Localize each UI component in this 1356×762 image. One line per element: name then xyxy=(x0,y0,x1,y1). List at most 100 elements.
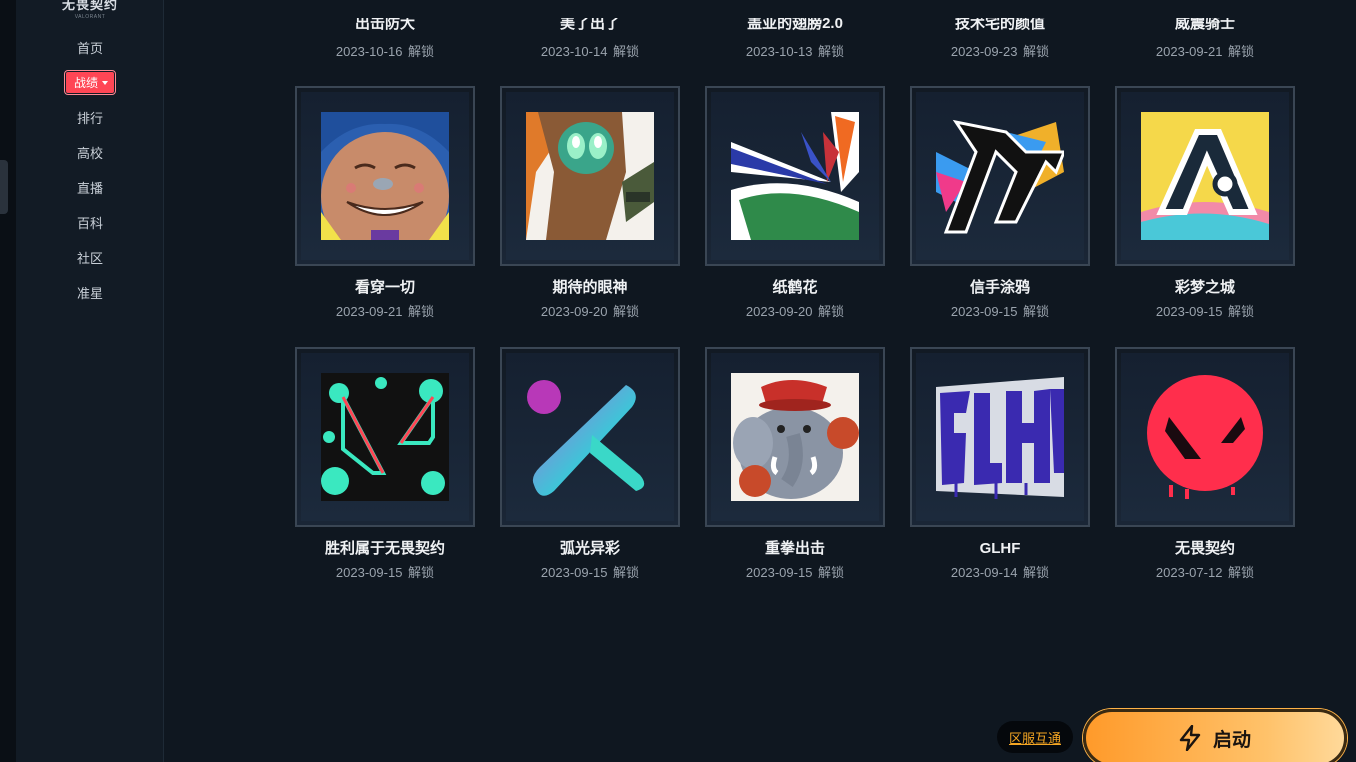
spray-date: 2023-10-16 解锁 xyxy=(295,41,475,60)
unlock-status: 解锁 xyxy=(818,44,845,59)
sidebar-item-label: 排行 xyxy=(76,111,103,126)
spray-tile[interactable] xyxy=(500,86,680,266)
spray-tile[interactable] xyxy=(705,347,885,527)
unlock-status: 解锁 xyxy=(1228,565,1255,580)
sidebar-item-label: 高校 xyxy=(76,146,103,161)
spray-title: 弧光异彩 xyxy=(559,540,620,557)
unlock-status: 解锁 xyxy=(613,304,640,319)
game-logo[interactable]: 无畏契约 VALORANT xyxy=(16,0,164,20)
sidebar-item-wiki[interactable]: 百科 xyxy=(16,205,164,240)
spray-card[interactable]: 纸鹤花 2023-09-20 解锁 xyxy=(705,86,885,320)
gradient-k-icon xyxy=(527,380,645,496)
spray-card[interactable]: 信手涂鸦 2023-09-15 解锁 xyxy=(910,86,1090,320)
spray-tile[interactable] xyxy=(1115,347,1295,527)
sidebar-item-label: 直播 xyxy=(76,181,103,196)
spray-title: 无畏契约 xyxy=(1174,540,1235,557)
date-value: 2023-09-20 xyxy=(745,304,813,319)
spray-tile[interactable] xyxy=(295,347,475,527)
unlock-status: 解锁 xyxy=(1023,44,1050,59)
spray-date: 2023-09-15 解锁 xyxy=(500,562,680,581)
unlock-status: 解锁 xyxy=(408,44,435,59)
color-dream-city-icon xyxy=(1141,112,1269,240)
date-value: 2023-09-15 xyxy=(540,565,608,580)
boxing-elephant-icon xyxy=(731,373,859,501)
region-interop-button[interactable]: 区服互通 xyxy=(997,721,1073,753)
spray-card[interactable]: 威震骑士 2023-09-21 解锁 xyxy=(1115,18,1295,60)
sidebar-item-label: 首页 xyxy=(76,41,103,56)
unlock-status: 解锁 xyxy=(613,44,640,59)
region-interop-label: 区服互通 xyxy=(1008,730,1061,746)
sidebar-item-college[interactable]: 高校 xyxy=(16,135,164,170)
date-value: 2023-09-23 xyxy=(950,44,1018,59)
spray-tile[interactable] xyxy=(910,347,1090,527)
date-value: 2023-09-15 xyxy=(745,565,813,580)
sidebar-item-ranking[interactable]: 排行 xyxy=(16,100,164,135)
spray-card[interactable]: 胜利属于无畏契约 2023-09-15 解锁 xyxy=(295,347,475,581)
spray-title: 重拳出击 xyxy=(764,540,825,557)
logo-subtext: VALORANT xyxy=(74,14,106,20)
unlock-status: 解锁 xyxy=(408,565,435,580)
spray-card[interactable]: 出击防大 2023-10-16 解锁 xyxy=(295,18,475,60)
sidebar-item-home[interactable]: 首页 xyxy=(16,30,164,65)
sidebar-item-community[interactable]: 社区 xyxy=(16,240,164,275)
spray-card[interactable]: 无畏契约 2023-07-12 解锁 xyxy=(1115,347,1295,581)
spray-card[interactable]: 盖亚的翅膀2.0 2023-10-13 解锁 xyxy=(705,18,885,60)
unlock-status: 解锁 xyxy=(1228,304,1255,319)
spray-title: 出击防大 xyxy=(354,18,415,32)
spray-tile[interactable] xyxy=(295,86,475,266)
spray-card[interactable]: 美了出了 2023-10-14 解锁 xyxy=(500,18,680,60)
spray-date: 2023-09-15 解锁 xyxy=(705,562,885,581)
date-value: 2023-10-16 xyxy=(335,44,403,59)
spray-title: 信手涂鸦 xyxy=(969,279,1030,296)
graffiti-scribble-icon xyxy=(936,119,1064,234)
date-value: 2023-10-14 xyxy=(540,44,608,59)
sidebar-item-crosshair[interactable]: 准星 xyxy=(16,275,164,310)
spray-tile[interactable] xyxy=(910,86,1090,266)
spray-card[interactable]: 技术宅的颜值 2023-09-23 解锁 xyxy=(910,18,1090,60)
spray-card[interactable]: 弧光异彩 2023-09-15 解锁 xyxy=(500,347,680,581)
date-value: 2023-10-13 xyxy=(745,44,813,59)
launch-label: 启动 xyxy=(1212,729,1251,751)
spray-title: 彩梦之城 xyxy=(1174,279,1235,296)
spray-date: 2023-09-23 解锁 xyxy=(910,41,1090,60)
unlock-status: 解锁 xyxy=(613,565,640,580)
spray-title: 技术宅的颜值 xyxy=(954,18,1045,32)
date-value: 2023-09-14 xyxy=(950,565,1018,580)
unlock-status: 解锁 xyxy=(1023,304,1050,319)
date-value: 2023-09-15 xyxy=(335,565,403,580)
launch-button[interactable]: 启动 xyxy=(1083,709,1347,762)
outer-left-strip xyxy=(0,0,16,762)
unlock-status: 解锁 xyxy=(408,304,435,319)
outer-scroll-handle[interactable] xyxy=(0,160,8,214)
spray-tile[interactable] xyxy=(1115,86,1295,266)
spray-card[interactable]: 重拳出击 2023-09-15 解锁 xyxy=(705,347,885,581)
lightning-bolt-icon xyxy=(1179,725,1201,751)
spray-card[interactable]: 看穿一切 2023-09-21 解锁 xyxy=(295,86,475,320)
spray-date: 2023-09-15 解锁 xyxy=(1115,301,1295,320)
alien-eyes-icon xyxy=(526,112,654,240)
spray-card[interactable]: 彩梦之城 2023-09-15 解锁 xyxy=(1115,86,1295,320)
unlock-status: 解锁 xyxy=(1228,44,1255,59)
active-pill: 战绩 xyxy=(63,70,117,95)
spray-title: GLHF xyxy=(979,540,1021,557)
spray-date: 2023-10-13 解锁 xyxy=(705,41,885,60)
spray-tile[interactable] xyxy=(705,86,885,266)
spray-card[interactable]: GLHF 2023-09-14 解锁 xyxy=(910,347,1090,581)
sidebar-item-record[interactable]: 战绩 xyxy=(16,65,164,100)
spray-title: 期待的眼神 xyxy=(552,279,628,296)
spray-tile[interactable] xyxy=(500,347,680,527)
sidebar-item-live[interactable]: 直播 xyxy=(16,170,164,205)
spray-title: 胜利属于无畏契约 xyxy=(324,540,445,557)
date-value: 2023-09-20 xyxy=(540,304,608,319)
date-value: 2023-07-12 xyxy=(1155,565,1223,580)
unlock-status: 解锁 xyxy=(818,565,845,580)
spray-title: 威震骑士 xyxy=(1174,18,1235,32)
spray-date: 2023-10-14 解锁 xyxy=(500,41,680,60)
date-value: 2023-09-15 xyxy=(950,304,1018,319)
spray-date: 2023-09-20 解锁 xyxy=(705,301,885,320)
spray-date: 2023-09-21 解锁 xyxy=(1115,41,1295,60)
unlock-status: 解锁 xyxy=(818,304,845,319)
spray-card[interactable]: 期待的眼神 2023-09-20 解锁 xyxy=(500,86,680,320)
date-value: 2023-09-21 xyxy=(1155,44,1223,59)
spray-date: 2023-09-15 解锁 xyxy=(910,301,1090,320)
